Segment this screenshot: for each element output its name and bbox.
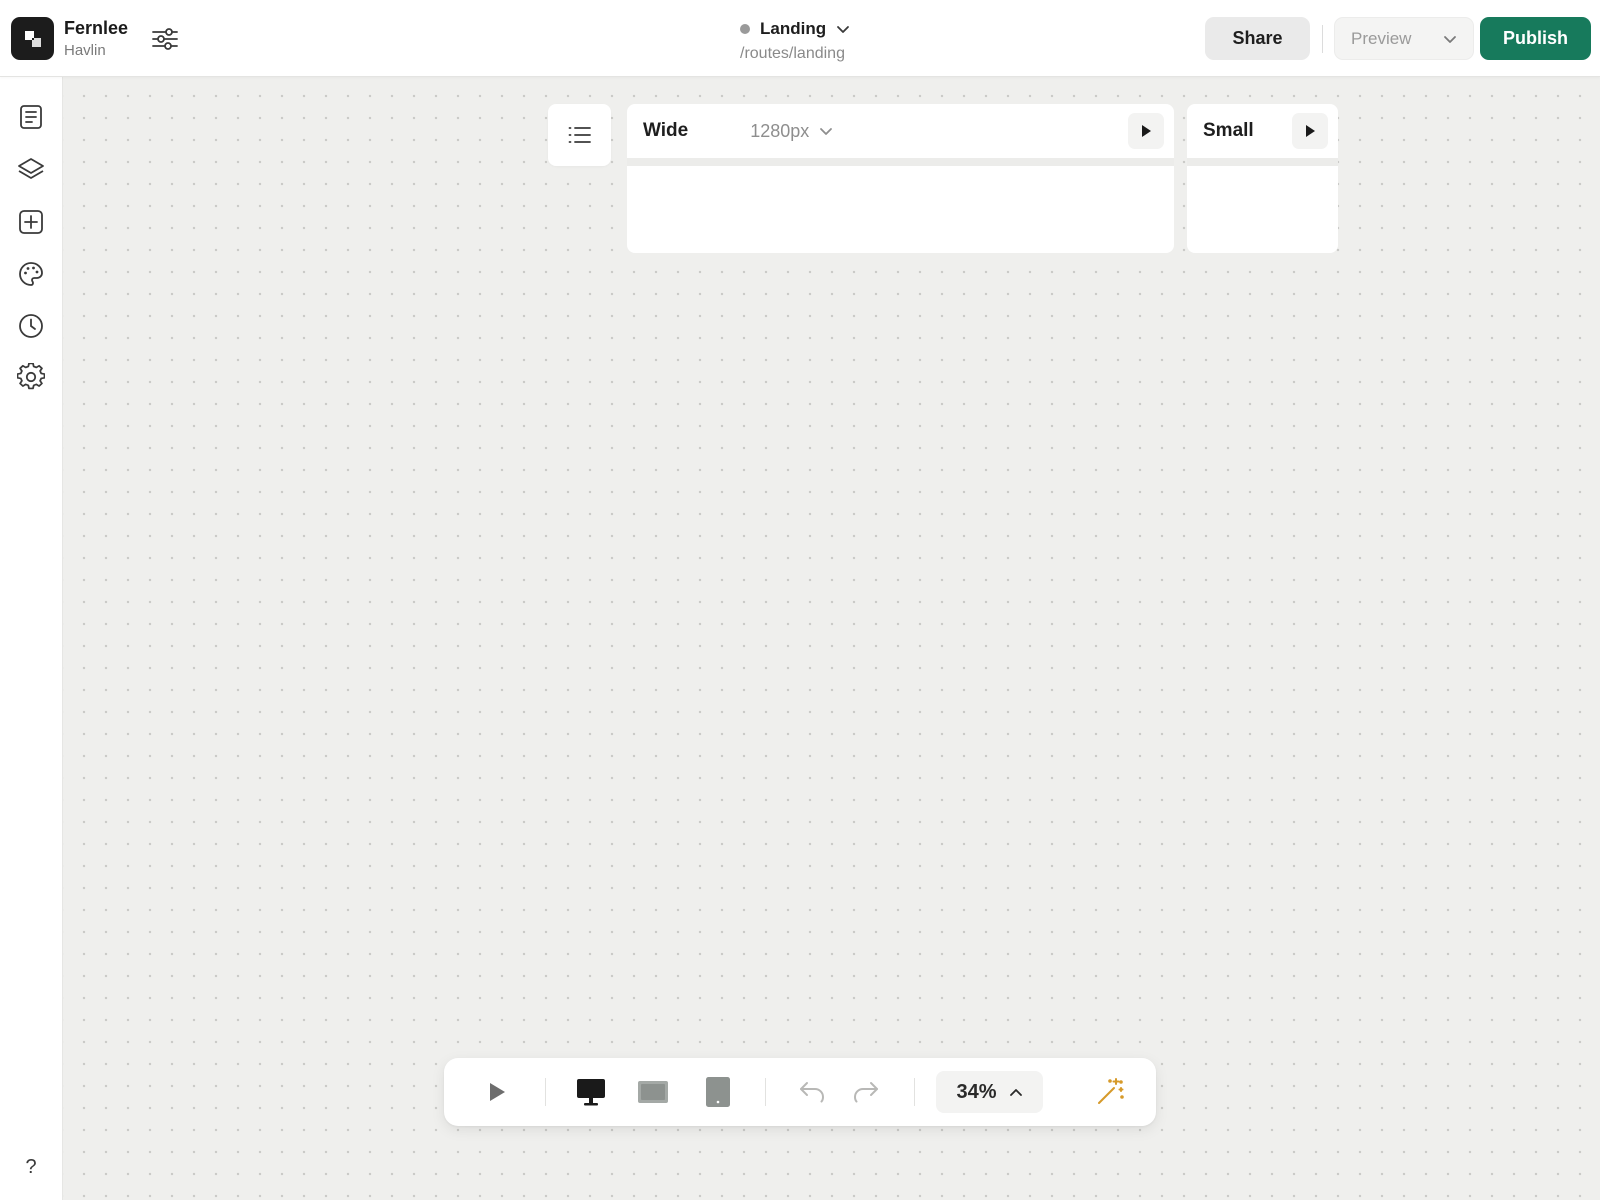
preview-dropdown[interactable]: Preview — [1334, 17, 1474, 60]
undo-icon — [800, 1082, 824, 1103]
frame-small-header: Small — [1187, 104, 1338, 166]
chevron-down-icon — [1444, 35, 1456, 43]
frame-name: Wide — [643, 120, 689, 141]
phone-view-button[interactable] — [698, 1072, 738, 1112]
undo-button[interactable] — [792, 1072, 832, 1112]
app-subtitle: Havlin — [64, 42, 106, 59]
desktop-view-button[interactable] — [571, 1072, 611, 1112]
frame-preview-button[interactable] — [1292, 113, 1328, 149]
frame-small[interactable]: Small — [1187, 104, 1338, 253]
sliders-icon — [152, 28, 178, 50]
redo-icon — [854, 1082, 878, 1103]
design-canvas[interactable]: Wide 1280px Small — [63, 77, 1600, 1200]
list-icon — [568, 127, 591, 143]
page-path: /routes/landing — [740, 45, 845, 62]
frame-preview-button[interactable] — [1128, 113, 1164, 149]
clock-icon — [19, 314, 43, 338]
top-bar: Fernlee Havlin Landing /routes/landing S… — [0, 0, 1600, 77]
play-icon — [1142, 125, 1151, 137]
preview-label: Preview — [1351, 28, 1412, 48]
chevron-up-icon — [1009, 1089, 1022, 1096]
header-divider — [1322, 25, 1323, 53]
chevron-down-icon — [837, 26, 850, 33]
toolbar-divider — [545, 1078, 546, 1106]
sidebar-item-insert[interactable] — [16, 207, 46, 237]
outline-toggle-button[interactable] — [548, 104, 611, 166]
magic-wand-button[interactable] — [1090, 1072, 1130, 1112]
toolbar-divider — [765, 1078, 766, 1106]
play-icon — [1306, 125, 1315, 137]
app-title: Fernlee — [64, 18, 129, 38]
publish-button[interactable]: Publish — [1480, 17, 1591, 60]
page-selector[interactable]: Landing — [740, 17, 850, 41]
frame-name: Small — [1203, 120, 1254, 141]
chevron-down-icon — [820, 128, 833, 135]
logo-mark — [24, 30, 41, 47]
zoom-control[interactable]: 34% — [936, 1071, 1043, 1113]
tablet-landscape-icon — [638, 1081, 668, 1103]
app-logo-icon[interactable] — [11, 17, 54, 60]
share-button[interactable]: Share — [1205, 17, 1310, 60]
frame-size-dropdown[interactable]: 1280px — [750, 121, 833, 142]
frame-wide[interactable]: Wide 1280px — [627, 104, 1174, 253]
sidebar-item-settings[interactable] — [16, 362, 46, 392]
redo-button[interactable] — [846, 1072, 886, 1112]
magic-wand-icon — [1098, 1078, 1124, 1104]
sidebar-item-layers[interactable] — [16, 153, 46, 183]
toolbar-divider — [914, 1078, 915, 1106]
sidebar-item-pages[interactable] — [16, 102, 46, 132]
page-status-dot — [740, 24, 750, 34]
tablet-view-button[interactable] — [633, 1072, 673, 1112]
play-icon — [490, 1083, 505, 1101]
desktop-icon — [577, 1079, 605, 1106]
frame-size-label: 1280px — [750, 120, 810, 141]
palette-icon — [19, 262, 43, 286]
page-name: Landing — [760, 19, 827, 38]
project-settings-button[interactable] — [150, 25, 180, 53]
left-sidebar: ? — [0, 77, 63, 1200]
layers-icon — [18, 158, 44, 179]
document-icon — [20, 105, 42, 129]
help-button[interactable]: ? — [16, 1152, 46, 1182]
bottom-toolbar: 34% — [444, 1058, 1156, 1126]
phone-icon — [706, 1077, 730, 1107]
zoom-value: 34% — [956, 1080, 997, 1103]
sidebar-item-theme[interactable] — [16, 259, 46, 289]
frame-wide-header: Wide 1280px — [627, 104, 1174, 166]
gear-icon — [17, 363, 45, 390]
play-button[interactable] — [477, 1072, 517, 1112]
plus-square-icon — [19, 210, 43, 234]
sidebar-item-history[interactable] — [16, 311, 46, 341]
